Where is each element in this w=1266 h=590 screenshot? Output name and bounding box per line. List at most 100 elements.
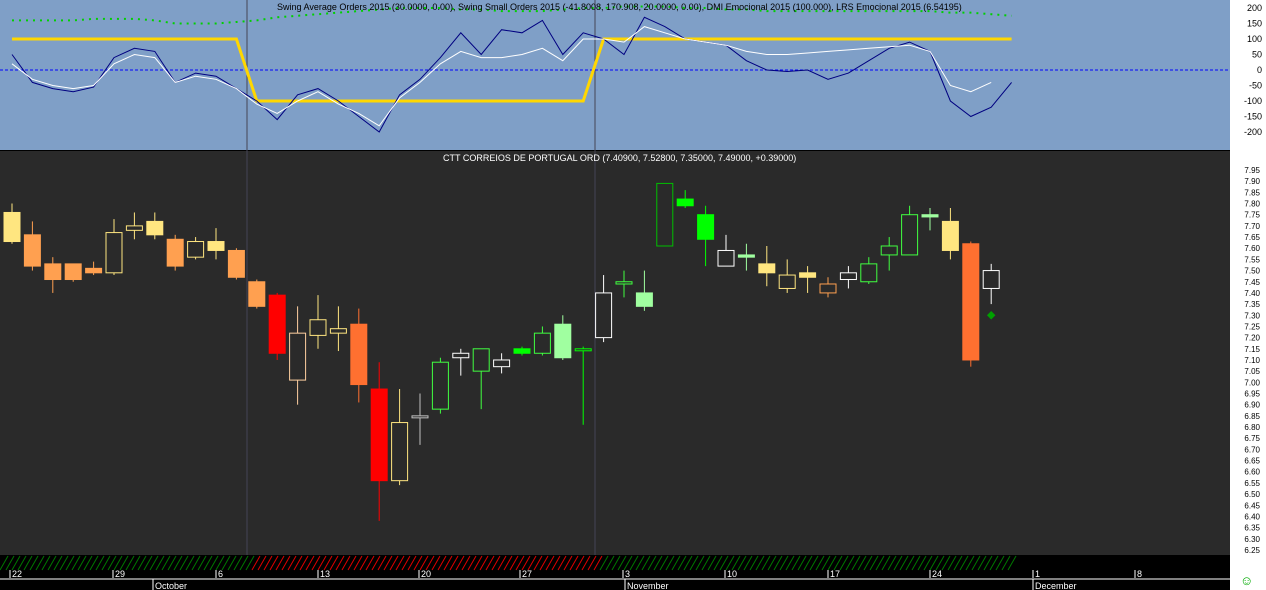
candle-body [717,249,735,267]
y-tick-label: -150 [1244,112,1262,122]
candle-body [187,241,205,258]
candle-body [329,328,347,334]
y-tick-label: 200 [1247,3,1262,13]
indicator-title: Swing Average Orders 2015 (30.0000, 0.00… [277,2,962,12]
candle-body [533,332,551,354]
candle-body [146,220,164,236]
candle-body [166,238,184,267]
day-label: 29 [115,569,125,579]
price-tick-label: 6.45 [1244,501,1260,510]
candle-body [207,241,225,251]
series-swing-average-orders [11,16,1012,133]
candle-body [941,220,959,251]
candle-body [513,348,531,354]
price-tick-label: 6.95 [1244,390,1260,399]
price-tick-label: 6.50 [1244,490,1260,499]
candle-body [697,214,715,240]
price-tick-label: 7.15 [1244,345,1260,354]
price-tick-label: 7.85 [1244,188,1260,197]
y-tick-label: -50 [1249,81,1262,91]
day-label: 13 [320,569,330,579]
candle-body [227,249,245,278]
price-tick-label: 6.55 [1244,479,1260,488]
candle-body [880,245,898,256]
y-tick-label: -200 [1244,127,1262,137]
candle-body [472,348,490,372]
candle-body [921,214,939,218]
candle-body [44,263,62,281]
day-label: 10 [727,569,737,579]
month-label: October [155,581,187,590]
candle-body [839,272,857,281]
price-tick-label: 6.80 [1244,423,1260,432]
candle-body [676,198,694,207]
candle-body [635,292,653,307]
y-tick-label: -100 [1244,96,1262,106]
price-tick-label: 7.70 [1244,222,1260,231]
price-tick-label: 7.65 [1244,233,1260,242]
candle-body [799,272,817,278]
series-swing-small-orders [11,26,992,127]
day-label: 20 [421,569,431,579]
price-tick-label: 7.55 [1244,255,1260,264]
day-label: 17 [830,569,840,579]
candle-body [85,267,103,274]
candle-body [23,234,41,267]
candle-body [391,422,409,482]
candle-body [3,211,21,243]
price-tick-label: 7.00 [1244,378,1260,387]
day-label: 22 [12,569,22,579]
price-tick-label: 7.45 [1244,278,1260,287]
day-label: 24 [932,569,942,579]
price-tick-label: 7.20 [1244,334,1260,343]
y-tick-label: 100 [1247,34,1262,44]
price-title: CTT CORREIOS DE PORTUGAL ORD (7.40900, 7… [443,153,797,163]
price-tick-label: 6.40 [1244,512,1260,521]
candle-body [737,254,755,258]
candle-body [125,225,143,231]
price-tick-label: 7.35 [1244,300,1260,309]
candle-body [370,388,388,482]
candle-body [411,415,429,419]
candle-body [819,283,837,294]
day-label: 27 [522,569,532,579]
candle-body [309,319,327,336]
candle-body [431,361,449,410]
price-tick-label: 7.95 [1244,166,1260,175]
candle-body [758,263,776,274]
price-tick-label: 7.40 [1244,289,1260,298]
price-tick-label: 7.30 [1244,311,1260,320]
chart-svg: 200 150 100 50 0 -50 -100 -150 -200 7.95 7.90 7.85 7… [0,0,1262,590]
month-label: November [627,581,669,590]
candle-body [248,281,266,307]
candle-body [268,294,286,354]
y-tick-label: 50 [1252,50,1262,60]
price-tick-label: 6.70 [1244,445,1260,454]
y-tick-label: 150 [1247,19,1262,29]
candle-body [350,323,368,386]
candle-body [860,263,878,283]
price-tick-label: 7.05 [1244,367,1260,376]
price-tick-label: 6.75 [1244,434,1260,443]
candle-body [901,214,919,256]
day-label: 1 [1035,569,1040,579]
candle-body [615,281,633,285]
candle-body [656,182,674,247]
price-tick-label: 6.25 [1244,546,1260,555]
price-tick-label: 6.30 [1244,535,1260,544]
candle-body [493,359,511,368]
candle-body [595,292,613,339]
price-tick-label: 7.50 [1244,267,1260,276]
price-tick-label: 7.60 [1244,244,1260,253]
price-tick-label: 7.10 [1244,356,1260,365]
candle-body [289,332,307,381]
candle-body [64,263,82,281]
smiley-icon[interactable]: ☺ [1240,573,1253,588]
price-tick-label: 7.90 [1244,177,1260,186]
signal-marker [986,311,996,320]
day-label: 8 [1137,569,1142,579]
y-tick-label: 0 [1257,65,1262,75]
candle-body [452,352,470,359]
price-tick-label: 7.75 [1244,211,1260,220]
month-label: December [1035,581,1077,590]
